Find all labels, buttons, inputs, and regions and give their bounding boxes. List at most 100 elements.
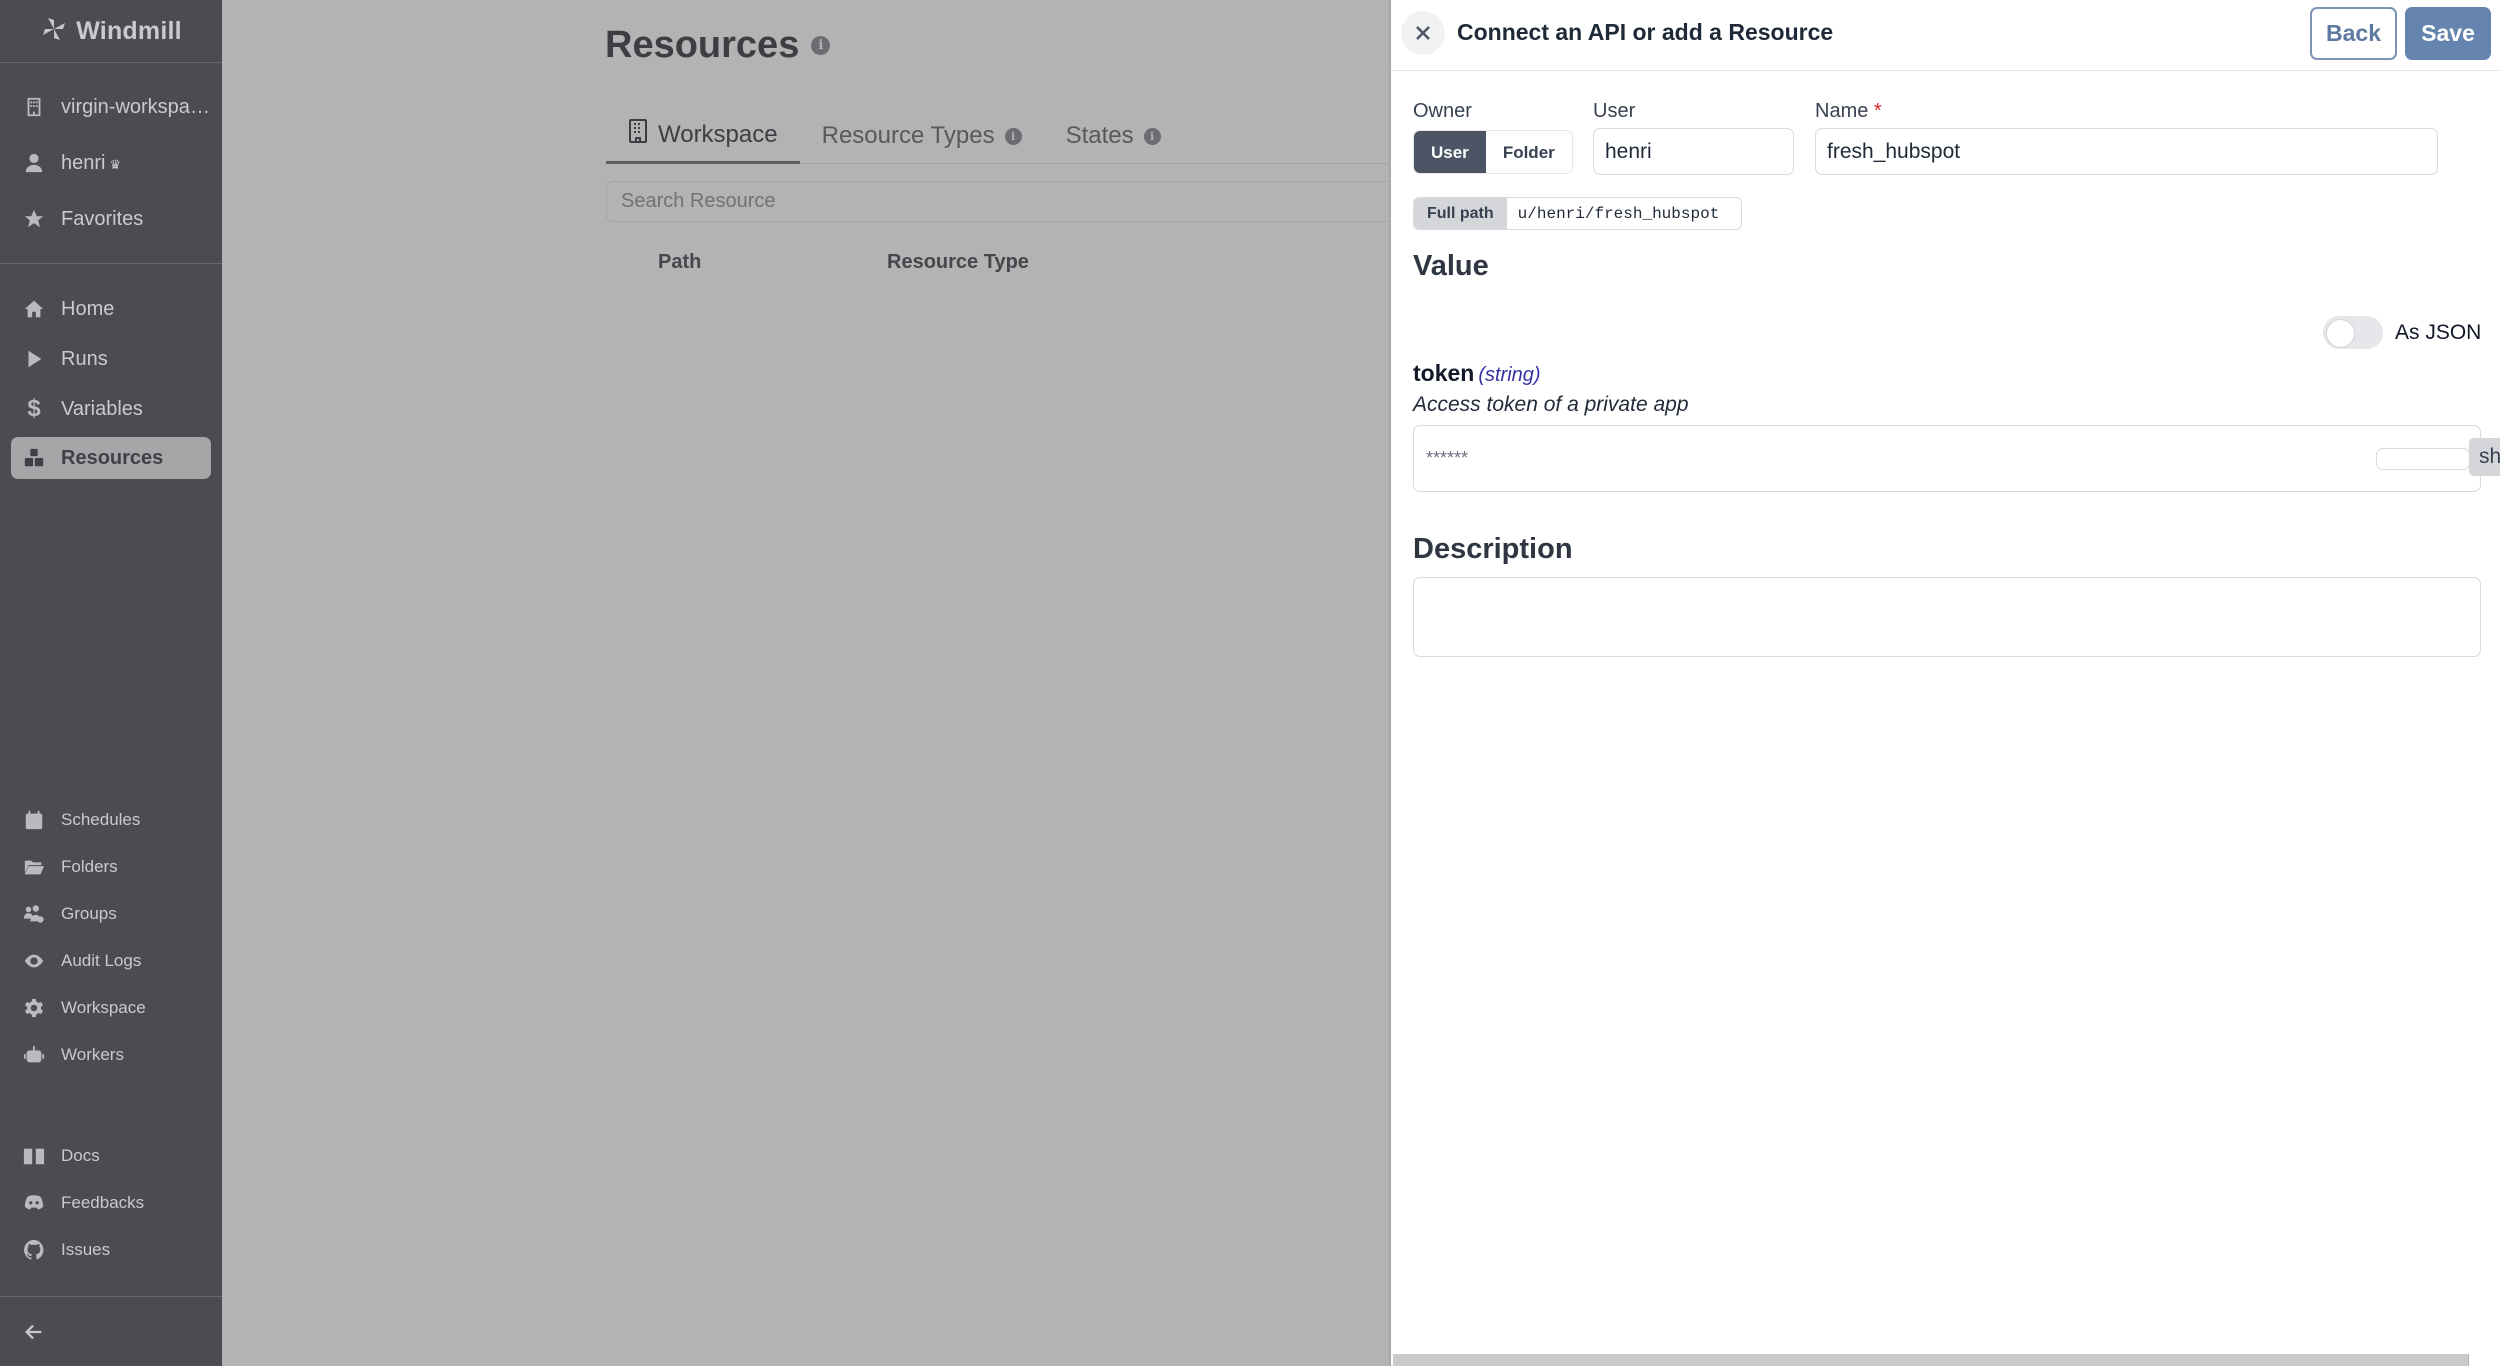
crown-icon: ♛ — [109, 156, 122, 172]
sidebar-item-label: Home — [61, 297, 115, 320]
sidebar-item-label: Workspace — [61, 998, 146, 1017]
column-header-resource-type[interactable]: Resource Type — [887, 251, 1029, 274]
full-path: Full path u/henri/fresh_hubspot — [1413, 197, 1743, 230]
windmill-logo[interactable]: Windmill — [0, 0, 222, 63]
description-heading: Description — [1413, 533, 1573, 565]
sidebar-item-docs[interactable]: Docs — [11, 1138, 211, 1174]
sidebar-divider — [0, 1296, 222, 1297]
discord-icon — [23, 1192, 45, 1214]
required-mark: * — [1873, 100, 1882, 122]
sidebar-item-label: Audit Logs — [61, 951, 142, 970]
full-path-label: Full path — [1414, 198, 1507, 229]
save-button[interactable]: Save — [2405, 7, 2491, 60]
users-cog-icon — [23, 903, 45, 925]
play-icon — [23, 348, 45, 370]
sidebar-item-favorites[interactable]: Favorites — [11, 198, 211, 240]
close-icon — [1416, 26, 1430, 40]
sidebar-item-folders[interactable]: Folders — [11, 849, 211, 885]
book-icon — [23, 1145, 45, 1167]
user-field[interactable] — [1593, 128, 1794, 175]
as-json-label: As JSON — [2395, 320, 2482, 344]
info-icon[interactable]: i — [811, 36, 831, 55]
collapse-sidebar-button[interactable] — [11, 1314, 61, 1350]
arrow-left-icon — [23, 1321, 45, 1343]
horizontal-scrollbar[interactable] — [1393, 1354, 2469, 1366]
search-resource-input[interactable] — [606, 181, 1389, 222]
user-icon — [23, 152, 45, 174]
sidebar-item-label: Runs — [61, 347, 108, 370]
sidebar-item-label: Workers — [61, 1045, 124, 1064]
building-icon — [628, 118, 648, 151]
full-path-value: u/henri/fresh_hubspot — [1506, 198, 1742, 229]
dollar-icon: $ — [27, 395, 41, 422]
gear-icon — [23, 997, 45, 1019]
tab-resource-types[interactable]: Resource Types i — [800, 108, 1044, 164]
drawer-title: Connect an API or add a Resource — [1457, 19, 1834, 45]
sidebar-item-home[interactable]: Home — [11, 288, 211, 330]
sidebar-item-schedules[interactable]: Schedules — [11, 802, 211, 838]
field-type: (string) — [1478, 364, 1541, 386]
github-icon — [23, 1239, 45, 1261]
field-description: Access token of a private app — [1413, 393, 1689, 416]
info-icon[interactable]: i — [1004, 127, 1022, 145]
brand-name: Windmill — [76, 16, 182, 45]
workspace-switcher[interactable]: virgin-workspace — [11, 86, 211, 128]
sidebar-item-label: Schedules — [61, 810, 141, 829]
value-heading: Value — [1413, 250, 1489, 282]
show-token-button[interactable]: show — [2469, 438, 2500, 476]
owner-option-user[interactable]: User — [1414, 131, 1486, 173]
sidebar-item-label: Resources — [61, 446, 164, 469]
column-header-path[interactable]: Path — [658, 251, 701, 274]
token-masked-value: ****** — [1426, 448, 1469, 468]
description-textarea[interactable] — [1413, 577, 2481, 657]
owner-option-folder[interactable]: Folder — [1485, 131, 1572, 173]
calendar-icon — [23, 809, 45, 831]
sidebar-item-feedbacks[interactable]: Feedbacks — [11, 1185, 211, 1221]
sidebar-item-label: Docs — [61, 1146, 100, 1165]
workspace-name: virgin-workspace — [61, 95, 211, 118]
sidebar-item-issues[interactable]: Issues — [11, 1232, 211, 1268]
star-icon — [23, 208, 45, 230]
back-button[interactable]: Back — [2310, 7, 2397, 60]
tab-states[interactable]: States i — [1044, 108, 1183, 164]
page-title: Resources i — [605, 24, 831, 67]
building-icon — [23, 96, 45, 118]
sidebar: Windmill virgin-workspace henri ♛ Favorit… — [0, 0, 222, 1366]
name-label: Name * — [1815, 100, 1882, 122]
sidebar-divider — [0, 263, 222, 264]
cubes-icon — [23, 447, 45, 469]
windmill-icon — [40, 15, 68, 48]
sidebar-item-workers[interactable]: Workers — [11, 1037, 211, 1073]
sidebar-item-label: Variables — [61, 397, 143, 420]
sidebar-item-label: Favorites — [61, 207, 144, 230]
token-input[interactable]: ****** — [1413, 425, 2481, 492]
token-secondary-input[interactable] — [2376, 448, 2470, 470]
field-name: token — [1413, 360, 1475, 386]
page-title-text: Resources — [605, 24, 800, 66]
user-menu[interactable]: henri ♛ — [11, 142, 211, 184]
sidebar-item-label: Groups — [61, 904, 117, 923]
toggle-switch[interactable] — [2323, 316, 2383, 349]
folder-open-icon — [23, 856, 45, 878]
sidebar-item-resources[interactable]: Resources — [11, 437, 211, 479]
name-field[interactable] — [1815, 128, 2438, 175]
tab-workspace[interactable]: Workspace — [606, 108, 800, 164]
as-json-toggle[interactable]: As JSON — [2323, 316, 2481, 349]
sidebar-item-workspace-settings[interactable]: Workspace — [11, 990, 211, 1026]
close-button[interactable] — [1401, 11, 1445, 55]
sidebar-item-groups[interactable]: Groups — [11, 896, 211, 932]
sidebar-item-runs[interactable]: Runs — [11, 338, 211, 380]
eye-icon — [23, 950, 45, 972]
sidebar-item-label: Feedbacks — [61, 1193, 145, 1212]
tab-label: States — [1065, 122, 1134, 149]
sidebar-item-audit-logs[interactable]: Audit Logs — [11, 943, 211, 979]
drawer-header: Connect an API or add a Resource Back Sa… — [1391, 0, 2500, 71]
sidebar-item-label: Folders — [61, 857, 118, 876]
owner-label: Owner — [1413, 100, 1472, 122]
user-label: User — [1593, 100, 1636, 122]
home-icon — [23, 298, 45, 320]
robot-icon — [23, 1044, 45, 1066]
info-icon[interactable]: i — [1143, 127, 1161, 145]
field-label: token (string) — [1413, 360, 1541, 387]
sidebar-item-variables[interactable]: $ Variables — [11, 388, 211, 430]
